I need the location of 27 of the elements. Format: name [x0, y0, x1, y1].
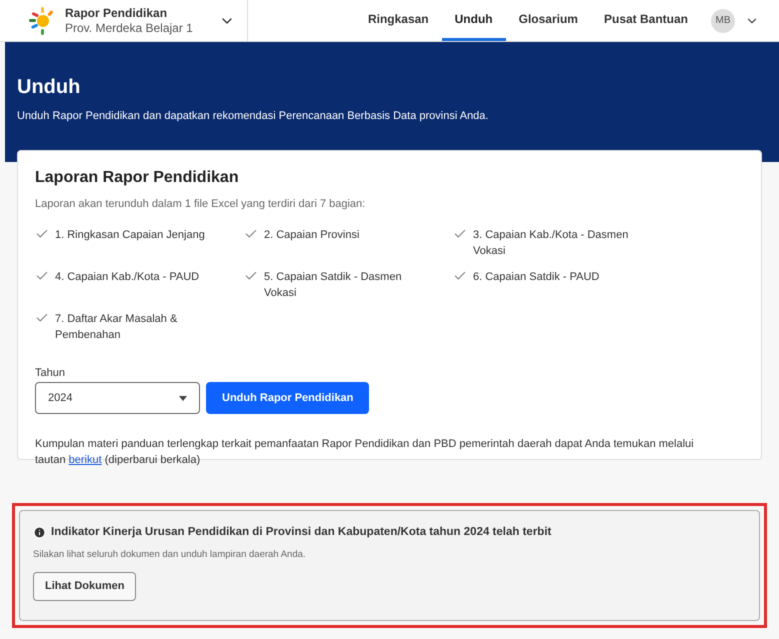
section-item: 7. Daftar Akar Masalah & Pembenahan	[55, 312, 178, 342]
app-name: Rapor Pendidikan	[65, 6, 168, 20]
section-item: 1. Ringkasan Capaian Jenjang	[55, 228, 205, 242]
section-item: 6. Capaian Satdik - PAUD	[473, 270, 600, 284]
section-item: 2. Capaian Provinsi	[264, 228, 360, 242]
info-icon	[33, 526, 46, 540]
link[interactable]: berikut	[68, 454, 102, 466]
download-button[interactable]: Unduh Rapor Pendidikan	[206, 382, 370, 414]
nav-tab[interactable]: Pusat Bantuan	[590, 0, 701, 41]
nav-tab[interactable]: Ringkasan	[354, 0, 442, 41]
notice-title: Indikator Kinerja Urusan Pendidikan di Provinsi dan Kabupaten/Kota tahun 2024 telah terbit	[51, 525, 552, 540]
notice-text: Silakan lihat seluruh dokumen dan unduh lampiran daerah Anda.	[33, 548, 307, 562]
view-documents-button[interactable]: Lihat Dokumen	[33, 572, 136, 600]
card-description: Laporan akan terunduh dalam 1 file Excel yang terdiri dari 7 bagian:	[35, 197, 366, 212]
region-name: Prov. Merdeka Belajar 1	[65, 20, 193, 36]
nav-tab[interactable]: Glosarium	[506, 0, 591, 41]
caret-icon	[179, 396, 187, 400]
page-subtitle: Unduh Rapor Pendidikan dan dapatkan rekomendasi Perencanaan Berbasis Data provinsi Anda.	[17, 109, 490, 124]
section-item: 5. Capaian Satdik - Dasmen Vokasi	[264, 270, 403, 300]
year-dropdown[interactable]: 2024	[35, 382, 200, 414]
user-avatar[interactable]: MB	[711, 8, 735, 32]
card-title: Laporan Rapor Pendidikan	[35, 168, 240, 188]
section-item: 3. Capaian Kab./Kota - Dasmen Vokasi	[473, 228, 630, 258]
year-label: Tahun	[35, 366, 66, 380]
page-title: Unduh	[17, 75, 82, 100]
guide-note: Kumpulan materi panduan terlengkap terkait pemanfaatan Rapor Pendidikan dan PBD pemerintah daerah dapat Anda temukan melalui tautan berikut (diperbarui berkala)	[35, 437, 695, 468]
section-item: 4. Capaian Kab./Kota - PAUD	[55, 270, 200, 284]
